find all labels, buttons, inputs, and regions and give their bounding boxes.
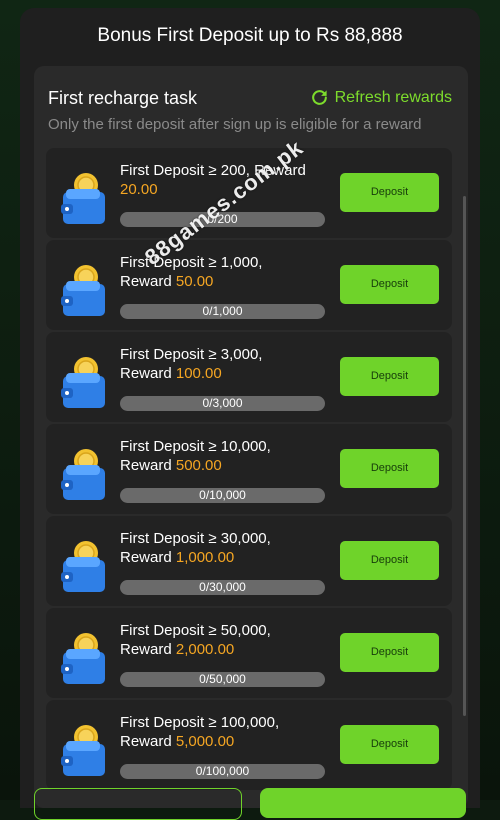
task-progress-bar: 0/50,000 bbox=[120, 672, 325, 687]
task-reward-amount: 2,000.00 bbox=[175, 641, 235, 658]
task-reward-amount: 50.00 bbox=[175, 273, 214, 290]
task-progress-label: 0/10,000 bbox=[199, 488, 246, 502]
task-list: First Deposit ≥ 200, Reward 20.00 0/200 … bbox=[46, 148, 452, 792]
task-condition: First Deposit ≥ 1,000, bbox=[120, 254, 263, 271]
modal-title: Bonus First Deposit up to Rs 88,888 bbox=[97, 25, 403, 46]
bottom-secondary-button[interactable] bbox=[34, 788, 242, 820]
refresh-rewards-label: Refresh rewards bbox=[334, 88, 452, 106]
task-reward-amount: 500.00 bbox=[175, 457, 222, 474]
task-reward-label: Reward bbox=[120, 457, 176, 474]
task-reward-amount: 1,000.00 bbox=[175, 549, 235, 566]
task-condition: First Deposit ≥ 30,000, bbox=[120, 530, 271, 547]
wallet-coin-icon bbox=[61, 449, 105, 500]
task-reward-label: Reward bbox=[120, 641, 176, 658]
task-condition: First Deposit ≥ 200, Reward bbox=[120, 162, 306, 179]
task-row: First Deposit ≥ 1,000, Reward 50.00 0/1,… bbox=[46, 240, 452, 330]
task-progress-bar: 0/3,000 bbox=[120, 396, 325, 411]
deposit-button[interactable]: Deposit bbox=[340, 541, 439, 580]
task-condition: First Deposit ≥ 50,000, bbox=[120, 622, 271, 639]
eligibility-note: Only the first deposit after sign up is … bbox=[48, 116, 422, 133]
bonus-modal: Bonus First Deposit up to Rs 88,888 Firs… bbox=[20, 8, 480, 808]
task-reward-label: Reward bbox=[120, 733, 176, 750]
task-progress-label: 0/30,000 bbox=[199, 580, 246, 594]
task-row: First Deposit ≥ 100,000, Reward 5,000.00… bbox=[46, 700, 452, 790]
wallet-coin-icon bbox=[61, 265, 105, 316]
deposit-button[interactable]: Deposit bbox=[340, 633, 439, 672]
task-reward-label: Reward bbox=[120, 365, 176, 382]
task-progress-bar: 0/10,000 bbox=[120, 488, 325, 503]
task-row: First Deposit ≥ 200, Reward 20.00 0/200 … bbox=[46, 148, 452, 238]
task-row: First Deposit ≥ 3,000, Reward 100.00 0/3… bbox=[46, 332, 452, 422]
task-row: First Deposit ≥ 10,000, Reward 500.00 0/… bbox=[46, 424, 452, 514]
wallet-coin-icon bbox=[61, 357, 105, 408]
refresh-icon bbox=[311, 90, 327, 105]
scrollbar[interactable] bbox=[463, 196, 466, 716]
task-reward-amount: 20.00 bbox=[120, 181, 158, 198]
task-reward-amount: 5,000.00 bbox=[175, 733, 235, 750]
task-progress-bar: 0/100,000 bbox=[120, 764, 325, 779]
task-row: First Deposit ≥ 50,000, Reward 2,000.00 … bbox=[46, 608, 452, 698]
task-progress-label: 0/3,000 bbox=[202, 396, 243, 410]
task-condition: First Deposit ≥ 3,000, bbox=[120, 346, 263, 363]
task-progress-label: 0/50,000 bbox=[199, 672, 246, 686]
deposit-button[interactable]: Deposit bbox=[340, 449, 439, 488]
refresh-rewards-button[interactable]: Refresh rewards bbox=[310, 88, 452, 107]
deposit-button[interactable]: Deposit bbox=[340, 265, 439, 304]
recharge-task-panel: First recharge task Refresh rewards Only… bbox=[34, 66, 468, 808]
task-progress-label: 0/200 bbox=[207, 212, 238, 226]
task-progress-bar: 0/1,000 bbox=[120, 304, 325, 319]
task-progress-label: 0/1,000 bbox=[202, 304, 243, 318]
task-reward-label: Reward bbox=[120, 549, 176, 566]
deposit-button[interactable]: Deposit bbox=[340, 725, 439, 764]
task-reward-label: Reward bbox=[120, 273, 176, 290]
task-reward-amount: 100.00 bbox=[175, 365, 222, 382]
wallet-coin-icon bbox=[61, 173, 105, 224]
task-progress-bar: 0/30,000 bbox=[120, 580, 325, 595]
panel-heading: First recharge task bbox=[48, 88, 198, 108]
task-row: First Deposit ≥ 30,000, Reward 1,000.00 … bbox=[46, 516, 452, 606]
deposit-button[interactable]: Deposit bbox=[340, 357, 439, 396]
bottom-primary-button[interactable] bbox=[260, 788, 466, 818]
deposit-button[interactable]: Deposit bbox=[340, 173, 439, 212]
wallet-coin-icon bbox=[61, 541, 105, 592]
wallet-coin-icon bbox=[61, 633, 105, 684]
task-progress-label: 0/100,000 bbox=[195, 764, 250, 778]
task-progress-bar: 0/200 bbox=[120, 212, 325, 227]
task-condition: First Deposit ≥ 100,000, bbox=[120, 714, 280, 731]
wallet-coin-icon bbox=[61, 725, 105, 776]
task-condition: First Deposit ≥ 10,000, bbox=[120, 438, 271, 455]
